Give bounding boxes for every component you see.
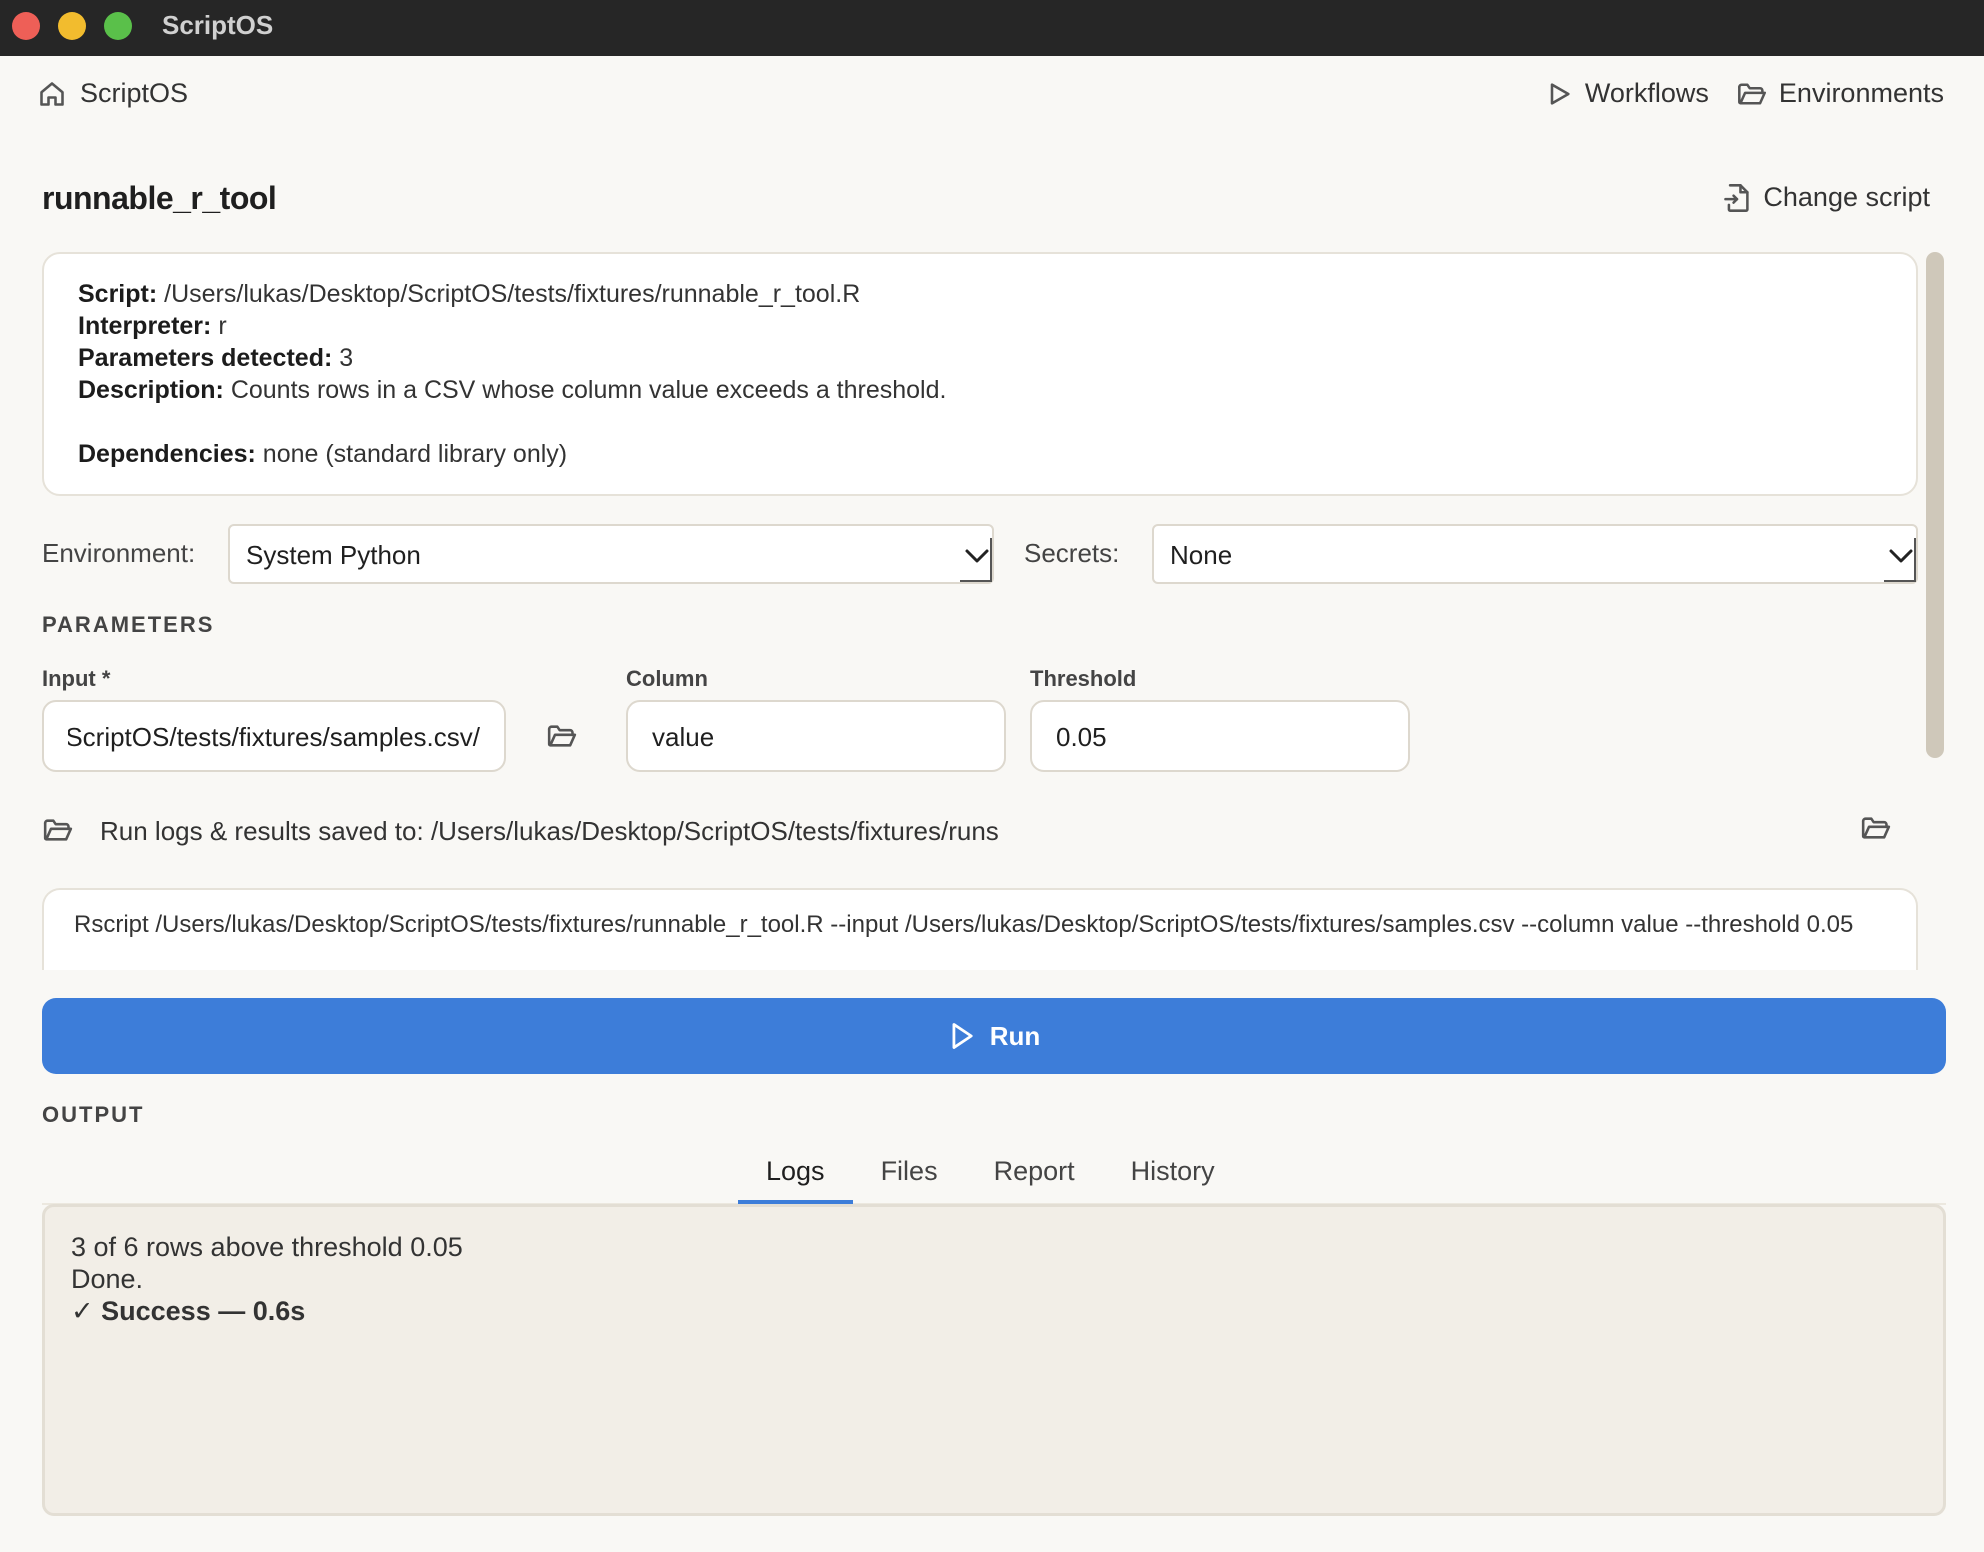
environment-select[interactable]: System Python xyxy=(228,524,994,584)
page-title: runnable_r_tool xyxy=(42,180,277,216)
parameters-section-label: PARAMETERS xyxy=(42,612,215,637)
tab-logs[interactable]: Logs xyxy=(738,1150,853,1204)
folder-open-icon xyxy=(43,819,73,841)
nav-environments-link[interactable]: Environments xyxy=(1737,78,1944,109)
column-param-field[interactable]: value xyxy=(626,700,1006,772)
log-line: Done. xyxy=(71,1264,144,1294)
nav-workflows-link[interactable]: Workflows xyxy=(1545,78,1709,109)
run-button-label: Run xyxy=(989,1020,1041,1051)
page-scrollbar[interactable] xyxy=(1926,252,1944,758)
nav-home-label: ScriptOS xyxy=(80,78,189,108)
tab-report[interactable]: Report xyxy=(966,1150,1103,1204)
threshold-param-field[interactable]: 0.05 xyxy=(1030,700,1410,772)
logs-path-text: Run logs & results saved to: /Users/luka… xyxy=(100,816,999,846)
window-title: ScriptOS xyxy=(162,10,274,40)
nav-home-link[interactable]: ScriptOS xyxy=(38,78,188,109)
file-import-icon xyxy=(1724,183,1750,212)
info-interpreter-value: r xyxy=(218,312,227,340)
command-preview: Rscript /Users/lukas/Desktop/ScriptOS/te… xyxy=(42,888,1918,970)
window-titlebar: ScriptOS xyxy=(0,0,1984,56)
info-params-label: Parameters detected: xyxy=(78,344,333,372)
output-section-label: OUTPUT xyxy=(42,1102,145,1127)
info-script-row: Script: /Users/lukas/Desktop/ScriptOS/te… xyxy=(78,278,1882,310)
threshold-param-label: Threshold xyxy=(1030,666,1137,691)
info-deps-label: Dependencies: xyxy=(78,440,256,468)
secrets-select-arrow xyxy=(1884,538,1916,582)
column-param-value: value xyxy=(652,722,715,752)
open-logs-folder-icon[interactable] xyxy=(1860,814,1892,842)
threshold-param-value: 0.05 xyxy=(1056,722,1107,752)
secrets-select-value: None xyxy=(1170,540,1233,570)
success-status: ✓ Success — 0.6s xyxy=(71,1296,306,1326)
info-params-value: 3 xyxy=(339,344,354,372)
top-nav: ScriptOS Workflows Environments xyxy=(0,56,1984,136)
info-dependencies-row: Dependencies: none (standard library onl… xyxy=(78,438,1882,470)
folder-open-icon xyxy=(1737,83,1766,104)
environment-row: Environment: System Python Secrets: None xyxy=(42,524,1918,584)
secrets-label: Secrets: xyxy=(1024,538,1120,568)
column-param-label: Column xyxy=(626,666,708,691)
chevron-down-icon xyxy=(965,549,989,563)
info-description-value: Counts rows in a CSV whose column value … xyxy=(230,376,947,404)
info-script-label: Script: xyxy=(78,280,158,308)
environment-label: Environment: xyxy=(42,538,196,568)
command-text: Rscript /Users/lukas/Desktop/ScriptOS/te… xyxy=(74,911,1854,938)
nav-workflows-label: Workflows xyxy=(1584,78,1709,108)
home-icon xyxy=(40,81,64,106)
input-param-field[interactable]: /Users/lukas/Desktop/ScriptOS/tests/fixt… xyxy=(42,700,506,772)
browse-file-folder-icon[interactable] xyxy=(546,722,578,750)
info-interpreter-row: Interpreter: r xyxy=(78,310,1882,342)
script-info-card: Script: /Users/lukas/Desktop/ScriptOS/te… xyxy=(42,252,1918,496)
change-script-button[interactable]: Change script xyxy=(1723,182,1930,213)
play-icon xyxy=(952,1023,973,1049)
input-param-value: /Users/lukas/Desktop/ScriptOS/tests/fixt… xyxy=(68,722,480,752)
chevron-down-icon xyxy=(1889,549,1913,563)
run-button[interactable]: Run xyxy=(42,998,1946,1074)
info-script-value: /Users/lukas/Desktop/ScriptOS/tests/fixt… xyxy=(164,280,861,308)
tab-history[interactable]: History xyxy=(1103,1150,1243,1204)
tab-files[interactable]: Files xyxy=(853,1150,966,1204)
change-script-label: Change script xyxy=(1763,182,1930,212)
info-description-label: Description: xyxy=(78,376,224,404)
close-window-button[interactable] xyxy=(12,12,40,40)
info-interpreter-label: Interpreter: xyxy=(78,312,212,340)
minimize-window-button[interactable] xyxy=(58,12,86,40)
output-log-panel: 3 of 6 rows above threshold 0.05 Done. ✓… xyxy=(42,1204,1946,1516)
info-deps-value: none (standard library only) xyxy=(262,440,568,468)
secrets-select[interactable]: None xyxy=(1152,524,1918,584)
environment-select-arrow xyxy=(960,538,992,582)
info-description-row: Description: Counts rows in a CSV whose … xyxy=(78,374,1882,406)
nav-environments-label: Environments xyxy=(1778,78,1944,108)
environment-select-value: System Python xyxy=(246,540,421,570)
output-tabs: Logs Files Report History xyxy=(738,1150,1243,1204)
input-param-label: Input * xyxy=(42,666,111,691)
log-line: 3 of 6 rows above threshold 0.05 xyxy=(71,1232,463,1262)
maximize-window-button[interactable] xyxy=(104,12,132,40)
play-icon xyxy=(1550,82,1570,105)
logs-path-row: Run logs & results saved to: /Users/luka… xyxy=(42,812,1918,852)
info-params-row: Parameters detected: 3 xyxy=(78,342,1882,374)
